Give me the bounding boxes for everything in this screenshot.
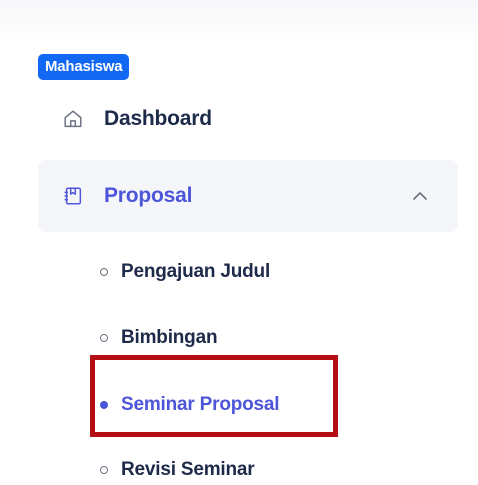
role-badge: Mahasiswa [38,54,130,80]
sidebar-item-label: Dashboard [104,107,212,130]
sidebar-item-dashboard[interactable]: Dashboard [38,96,458,142]
bullet-icon [100,268,108,276]
bullet-icon [100,466,108,474]
home-icon [64,110,82,128]
submenu-item-revisi-seminar[interactable]: Revisi Seminar [100,455,255,485]
sidebar-item-label: Proposal [104,184,193,207]
submenu-item-label: Pengajuan Judul [121,261,271,282]
sidebar-item-proposal[interactable]: Proposal [38,160,458,232]
submenu-item-label: Revisi Seminar [121,459,255,480]
highlight-box [90,355,338,437]
proposal-icon [64,187,82,205]
chevron-up-icon[interactable] [410,186,430,206]
submenu-item-label: Bimbingan [121,327,218,348]
submenu-item-pengajuan-judul[interactable]: Pengajuan Judul [100,257,270,287]
bullet-icon [100,334,108,342]
submenu-item-bimbingan[interactable]: Bimbingan [100,323,218,353]
top-shade [0,0,478,40]
